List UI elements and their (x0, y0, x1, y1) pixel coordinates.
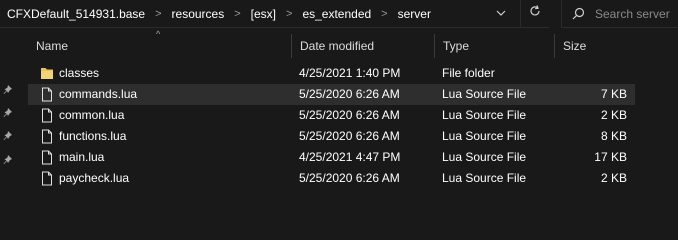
file-date: 5/25/2020 6:26 AM (299, 87, 400, 101)
breadcrumb-separator[interactable]: > (149, 8, 167, 20)
column-headers: ^ Name Date modified Type Size (28, 29, 648, 58)
file-type: Lua Source File (442, 87, 527, 101)
column-header-name[interactable]: Name (28, 34, 294, 58)
search-input[interactable] (595, 6, 675, 21)
file-list: classes 4/25/2021 1:40 PM File folder co… (28, 63, 635, 189)
pin-icon[interactable] (3, 152, 13, 164)
file-explorer-window: CFXDefault_514931.base > resources > [es… (0, 0, 678, 201)
list-item[interactable]: classes 4/25/2021 1:40 PM File folder (28, 63, 635, 84)
file-type: Lua Source File (442, 171, 527, 185)
file-name: paycheck.lua (59, 171, 130, 185)
refresh-icon (528, 4, 542, 23)
file-icon (40, 108, 54, 123)
file-size: 17 KB (594, 150, 627, 164)
column-header-type[interactable]: Type (434, 34, 554, 58)
file-icon (40, 129, 54, 144)
list-item[interactable]: functions.lua 5/25/2020 6:26 AM Lua Sour… (28, 126, 635, 147)
search-box[interactable] (561, 0, 678, 28)
file-date: 5/25/2020 6:26 AM (299, 171, 400, 185)
file-date: 5/25/2020 6:26 AM (299, 129, 400, 143)
breadcrumb-esx[interactable]: [esx] (247, 7, 280, 21)
file-type: File folder (442, 66, 495, 80)
address-bar[interactable]: CFXDefault_514931.base > resources > [es… (0, 0, 520, 28)
list-item[interactable]: commands.lua 5/25/2020 6:26 AM Lua Sourc… (28, 84, 635, 105)
chevron-down-icon[interactable] (494, 6, 508, 20)
list-item[interactable]: common.lua 5/25/2020 6:26 AM Lua Source … (28, 105, 635, 126)
file-name: common.lua (59, 108, 125, 122)
breadcrumb-separator[interactable]: > (375, 8, 393, 20)
file-icon (40, 171, 54, 186)
refresh-button[interactable] (520, 0, 549, 28)
column-header-date-modified[interactable]: Date modified (291, 34, 434, 58)
file-icon (40, 87, 54, 102)
breadcrumb-separator[interactable]: > (280, 8, 298, 20)
breadcrumb-es-extended[interactable]: es_extended (298, 7, 375, 21)
file-type: Lua Source File (442, 129, 527, 143)
folder-icon (40, 66, 54, 81)
file-icon (40, 150, 54, 165)
file-type: Lua Source File (442, 108, 527, 122)
column-header-size[interactable]: Size (554, 34, 634, 58)
pin-icon[interactable] (3, 128, 13, 140)
file-date: 5/25/2020 6:26 AM (299, 108, 400, 122)
breadcrumb-cfxdefault[interactable]: CFXDefault_514931.base (0, 7, 149, 21)
file-size: 2 KB (600, 108, 627, 122)
list-item[interactable]: paycheck.lua 5/25/2020 6:26 AM Lua Sourc… (28, 168, 635, 189)
breadcrumb-server[interactable]: server (394, 7, 435, 21)
file-name: main.lua (59, 150, 105, 164)
search-icon (572, 7, 585, 20)
file-type: Lua Source File (442, 150, 527, 164)
file-size: 8 KB (600, 129, 627, 143)
navigation-pane (0, 28, 16, 201)
breadcrumb-resources[interactable]: resources (168, 7, 229, 21)
breadcrumb-separator[interactable]: > (228, 8, 246, 20)
list-item[interactable]: main.lua 4/25/2021 4:47 PM Lua Source Fi… (28, 147, 635, 168)
file-name: functions.lua (59, 129, 127, 143)
pin-icon[interactable] (3, 105, 13, 117)
file-name: classes (59, 66, 100, 80)
file-date: 4/25/2021 4:47 PM (299, 150, 401, 164)
top-bar: CFXDefault_514931.base > resources > [es… (0, 0, 678, 28)
pin-icon[interactable] (3, 82, 13, 94)
file-size: 2 KB (600, 171, 627, 185)
file-size: 7 KB (600, 87, 627, 101)
file-name: commands.lua (59, 87, 138, 101)
file-date: 4/25/2021 1:40 PM (299, 66, 401, 80)
